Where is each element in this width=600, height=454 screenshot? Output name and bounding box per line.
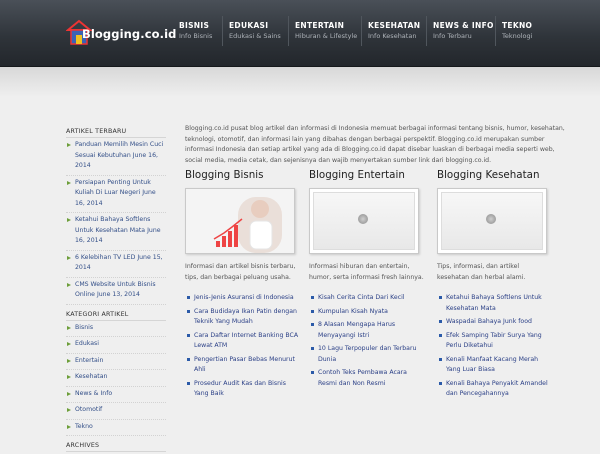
recent-article-link[interactable]: Persiapan Penting Untuk Kuliah Di Luar N… bbox=[66, 178, 166, 213]
nav-bisnis-subtitle: Info Bisnis bbox=[179, 32, 213, 40]
article-list: Jenis-Jenis Asuransi di Indonesia Cara B… bbox=[185, 293, 301, 400]
column-heading: Blogging Entertain bbox=[309, 169, 405, 181]
featured-image-kesehatan[interactable] bbox=[437, 188, 547, 254]
nav-kesehatan-subtitle: Info Kesehatan bbox=[368, 32, 417, 40]
nav-bisnis-title: BISNIS bbox=[179, 21, 210, 30]
column-description: Informasi hiburan dan entertain, humor, … bbox=[309, 263, 424, 281]
recent-articles-heading: ARTIKEL TERBARU bbox=[66, 128, 166, 138]
nav-divider bbox=[426, 16, 427, 46]
nav-divider bbox=[288, 16, 289, 46]
column-heading: Blogging Kesehatan bbox=[437, 169, 540, 181]
column-bisnis: Blogging Bisnis Informasi dan artikel bi… bbox=[185, 168, 301, 403]
article-list: Ketahui Bahaya Softlens Untuk Kesehatan … bbox=[437, 293, 553, 400]
column-entertain: Blogging Entertain Informasi hiburan dan… bbox=[309, 168, 425, 392]
recent-article-link[interactable]: CMS Website Untuk Bisnis Online June 13,… bbox=[66, 280, 166, 305]
business-woman-chart-image bbox=[186, 189, 294, 253]
nav-tekno-subtitle: Teknologi bbox=[502, 32, 533, 40]
nav-divider bbox=[495, 16, 496, 46]
nav-edukasi[interactable]: EDUKASI Edukasi & Sains bbox=[229, 21, 281, 43]
nav-kesehatan-title: KESEHATAN bbox=[368, 21, 421, 30]
article-list: Kisah Cerita Cinta Dari Kecil Kumpulan K… bbox=[309, 293, 425, 389]
site-header: Blogging.co.id BISNIS Info Bisnis EDUKAS… bbox=[0, 0, 600, 67]
article-link[interactable]: Kisah Cerita Cinta Dari Kecil bbox=[309, 293, 425, 304]
nav-edukasi-title: EDUKASI bbox=[229, 21, 269, 30]
sidebar: ARTIKEL TERBARU Panduan Memilih Mesin Cu… bbox=[66, 128, 166, 454]
categories-heading: KATEGORI ARTIKEL bbox=[66, 311, 166, 321]
nav-news-info-title: NEWS & INFO bbox=[433, 21, 494, 30]
article-link[interactable]: Kenali Manfaat Kacang Merah Yang Luar Bi… bbox=[437, 355, 553, 376]
article-link[interactable]: 8 Alasan Mengapa Harus Menyayangi Istri bbox=[309, 320, 425, 341]
column-kesehatan: Blogging Kesehatan Tips, informasi, dan … bbox=[437, 168, 553, 403]
category-link-edukasi[interactable]: Edukasi bbox=[66, 339, 166, 354]
article-link[interactable]: Contoh Teks Pembawa Acara Resmi dan Non … bbox=[309, 368, 425, 389]
featured-image-bisnis[interactable] bbox=[185, 188, 295, 254]
site-logo[interactable]: Blogging.co.id bbox=[66, 18, 176, 46]
nav-kesehatan[interactable]: KESEHATAN Info Kesehatan bbox=[368, 21, 420, 43]
recent-article-date: June 13, 2014 bbox=[96, 291, 140, 298]
category-link-tekno[interactable]: Tekno bbox=[66, 422, 166, 436]
recent-article-link[interactable]: Panduan Memilih Mesin Cuci Sesuai Kebutu… bbox=[66, 140, 166, 176]
nav-tekno[interactable]: TEKNO Teknologi bbox=[502, 21, 532, 43]
category-link-entertain[interactable]: Entertain bbox=[66, 356, 166, 370]
column-heading: Blogging Bisnis bbox=[185, 169, 264, 181]
archives-heading: ARCHIVES bbox=[66, 442, 166, 452]
header-shadow bbox=[0, 67, 600, 97]
category-link-otomotif[interactable]: Otomotif bbox=[66, 405, 166, 420]
play-icon[interactable] bbox=[358, 214, 368, 224]
logo-text: Blogging.co.id bbox=[82, 27, 177, 41]
category-link-news-info[interactable]: News & Info bbox=[66, 389, 166, 403]
article-link[interactable]: Cara Daftar Internet Banking BCA Lewat A… bbox=[185, 331, 301, 352]
recent-article-title: Ketahui Bahaya Softlens Untuk Kesehatan … bbox=[75, 216, 151, 234]
article-link[interactable]: 10 Lagu Terpopuler dan Terbaru Dunia bbox=[309, 344, 425, 365]
article-link[interactable]: Kenali Bahaya Penyakit Amandel dan Pence… bbox=[437, 379, 553, 400]
recent-article-link[interactable]: Ketahui Bahaya Softlens Untuk Kesehatan … bbox=[66, 215, 166, 251]
play-icon[interactable] bbox=[486, 214, 496, 224]
article-link[interactable]: Pengertian Pasar Bebas Menurut Ahli bbox=[185, 355, 301, 376]
article-link[interactable]: Efek Samping Tabir Surya Yang Perlu Dike… bbox=[437, 331, 553, 352]
intro-paragraph: Blogging.co.id pusat blog artikel dan in… bbox=[185, 125, 565, 164]
article-link[interactable]: Jenis-Jenis Asuransi di Indonesia bbox=[185, 293, 301, 304]
nav-tekno-title: TEKNO bbox=[502, 21, 533, 30]
article-link[interactable]: Cara Budidaya Ikan Patin dengan Teknik Y… bbox=[185, 307, 301, 328]
column-description: Tips, informasi, dan artikel kesehatan d… bbox=[437, 263, 526, 281]
nav-divider bbox=[361, 16, 362, 46]
article-link[interactable]: Ketahui Bahaya Softlens Untuk Kesehatan … bbox=[437, 293, 553, 314]
recent-article-title: 6 Kelebihan TV LED bbox=[75, 253, 136, 261]
featured-image-entertain[interactable] bbox=[309, 188, 419, 254]
category-link-bisnis[interactable]: Bisnis bbox=[66, 323, 166, 337]
main-content: Blogging.co.id pusat blog artikel dan in… bbox=[185, 124, 573, 166]
article-link[interactable]: Kumpulan Kisah Nyata bbox=[309, 307, 425, 318]
nav-entertain-title: ENTERTAIN bbox=[295, 21, 345, 30]
category-link-kesehatan[interactable]: Kesehatan bbox=[66, 372, 166, 387]
column-description: Informasi dan artikel bisnis terbaru, ti… bbox=[185, 263, 296, 281]
recent-article-title: Persiapan Penting Untuk Kuliah Di Luar N… bbox=[75, 178, 151, 197]
nav-news-info[interactable]: NEWS & INFO Info Terbaru bbox=[433, 21, 494, 43]
nav-news-info-subtitle: Info Terbaru bbox=[433, 32, 472, 40]
nav-entertain-subtitle: Hiburan & Lifestyle bbox=[295, 32, 358, 40]
article-link[interactable]: Waspadai Bahaya Junk food bbox=[437, 317, 553, 328]
nav-divider bbox=[222, 16, 223, 46]
nav-bisnis[interactable]: BISNIS Info Bisnis bbox=[179, 21, 212, 43]
recent-article-link[interactable]: 6 Kelebihan TV LED June 15, 2014 bbox=[66, 253, 166, 278]
nav-edukasi-subtitle: Edukasi & Sains bbox=[229, 32, 281, 40]
nav-entertain[interactable]: ENTERTAIN Hiburan & Lifestyle bbox=[295, 21, 357, 43]
article-link[interactable]: Prosedur Audit Kas dan Bisnis Yang Baik bbox=[185, 379, 301, 400]
